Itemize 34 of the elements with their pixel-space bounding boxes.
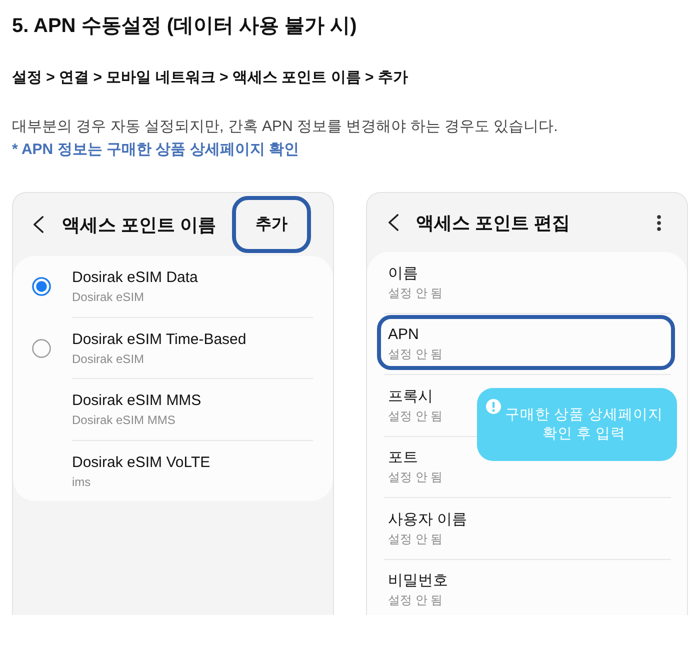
back-icon[interactable] [388,214,399,231]
apn-name[interactable]: Dosirak eSIM Time-Based [72,330,246,350]
note-text: * APN 정보는 구매한 상품 상세페이지 확인 [12,140,299,160]
screen-title: 액세스 포인트 이름 [62,214,216,236]
screen-title: 액세스 포인트 편집 [416,212,570,234]
field-value: 설정 안 됨 [388,469,443,486]
radio-button[interactable] [32,277,51,296]
field-label[interactable]: 사용자 이름 [388,510,468,530]
apn-name[interactable]: Dosirak eSIM VoLTE [72,452,210,472]
apn-name[interactable]: Dosirak eSIM Data [72,268,198,288]
field-value: 설정 안 됨 [388,592,443,609]
description-text: 대부분의 경우 자동 설정되지만, 간혹 APN 정보를 변경해야 하는 경우도 있습니다. [12,117,558,137]
field-label[interactable]: 포트 [388,448,418,468]
breadcrumb-path: 설정 > 연결 > 모바일 네트워크 > 액세스 포인트 이름 > 추가 [12,68,408,88]
field-label[interactable]: 비밀번호 [388,571,448,591]
field-value: 설정 안 됨 [388,408,443,424]
exclamation-icon [486,399,501,414]
tooltip-text: 구매한 상품 상세페이지 확인 후 입력 [504,406,664,444]
add-button[interactable]: 추가 [232,196,311,253]
radio-button[interactable] [32,338,51,358]
field-value: 설정 안 됨 [388,346,443,363]
apn-name[interactable]: Dosirak eSIM MMS [72,391,202,411]
apn-type: Dosirak eSIM [72,289,144,306]
apn-type: ims [72,474,91,490]
field-value: 설정 안 됨 [388,284,443,302]
field-label[interactable]: 이름 [388,264,418,284]
apn-type: Dosirak eSIM [72,350,144,368]
field-label[interactable]: 프록시 [388,386,433,406]
apn-type: Dosirak eSIM MMS [72,412,176,429]
field-label[interactable]: APN [388,325,419,345]
field-value: 설정 안 됨 [388,530,443,548]
page-heading: 5. APN 수동설정 (데이터 사용 불가 시) [12,14,357,38]
back-icon[interactable] [33,216,44,233]
more-options-icon[interactable] [657,214,661,230]
